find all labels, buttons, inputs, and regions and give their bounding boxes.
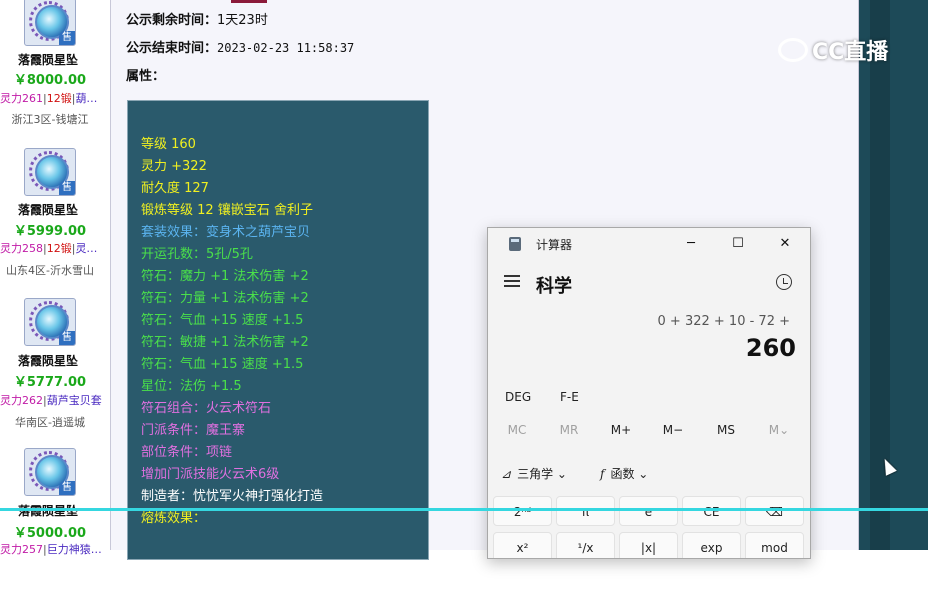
calculator-result: 260 [745, 334, 796, 362]
backspace-key[interactable]: ⌫ [745, 496, 804, 526]
attribute-line: 符石：气血 +15 速度 +1.5 [141, 313, 304, 328]
pi-key[interactable]: π [556, 496, 615, 526]
end-time-row: 公示结束时间：2023-02-23 11:58:37 [126, 37, 354, 56]
close-button[interactable]: ✕ [765, 232, 805, 256]
item-attrs: 灵力258|12锻|灵… [0, 242, 98, 255]
e-key[interactable]: e [619, 496, 678, 526]
second-key[interactable]: 2ⁿᵈ [493, 496, 552, 526]
item-server: 山东4区-沂水雪山 [6, 264, 94, 277]
item-attrs: 灵力262|葫芦宝贝套 [0, 394, 102, 407]
attribute-line: 符石组合：火云术符石 [141, 401, 272, 416]
item-list-sidebar: 售 落霞陨星坠 ￥8000.00 灵力261|12锻|葫… 浙江3区-钱塘江 售… [0, 0, 111, 556]
hamburger-menu-icon[interactable] [504, 275, 520, 289]
attribute-line: 等级 160 [141, 137, 196, 152]
attribute-line: 锻炼等级 12 镶嵌宝石 舍利子 [141, 203, 313, 218]
clear-entry-key[interactable]: CE [682, 496, 741, 526]
deg-toggle[interactable]: DEG [505, 390, 531, 404]
end-time-value: 2023-02-23 11:58:37 [217, 41, 355, 55]
attribute-line: 套装效果：变身术之葫芦宝贝 [141, 225, 311, 240]
item-card[interactable]: 售 落霞陨星坠 ￥5000.00 灵力257|巨力神猿… [0, 448, 110, 598]
stream-watermark-logo: CC直播 [778, 34, 888, 68]
attribute-line: 部位条件：项链 [141, 445, 233, 460]
attribute-line: 增加门派技能火云术6级 [141, 467, 280, 482]
item-attrs: 灵力257|巨力神猿… [0, 543, 102, 556]
attributes-box: 等级 160 灵力 +322 耐久度 127 锻炼等级 12 镶嵌宝石 舍利子 套装效果… [127, 100, 429, 560]
attributes-heading: 属性： [126, 69, 166, 84]
attribute-line: 符石：魔力 +1 法术伤害 +2 [141, 269, 309, 284]
attribute-line: 制造者：忧忧军火神打强化打造 [141, 489, 324, 504]
fe-toggle[interactable]: F-E [560, 390, 579, 404]
item-card[interactable]: 售 落霞陨星坠 ￥5777.00 灵力262|葫芦宝贝套 华南区-逍遥城 [0, 298, 110, 448]
function-dropdown[interactable]: f 函数 ⌄ [600, 465, 648, 482]
item-price: ￥8000.00 [13, 73, 87, 88]
item-price: ￥5000.00 [13, 526, 87, 541]
memory-recall-button[interactable]: MR [544, 423, 594, 437]
memory-add-button[interactable]: M+ [596, 423, 646, 437]
item-server: 华南区-逍遥城 [15, 416, 85, 429]
memory-list-button[interactable]: M⌄ [754, 423, 804, 437]
function-icon: f [600, 467, 605, 481]
history-icon[interactable] [776, 274, 792, 290]
remaining-time-value: 1天23时 [217, 13, 268, 28]
mod-key[interactable]: mod [745, 532, 804, 558]
sale-badge: 售 [59, 331, 75, 345]
sale-badge: 售 [59, 181, 75, 195]
attribute-line: 星位：法伤 +1.5 [141, 379, 242, 394]
item-card[interactable]: 售 落霞陨星坠 ￥5999.00 灵力258|12锻|灵… 山东4区-沂水雪山 [0, 148, 110, 298]
remaining-time-label: 公示剩余时间： [126, 13, 218, 28]
item-price: ￥5999.00 [13, 224, 87, 239]
attribute-line: 符石：气血 +15 速度 +1.5 [141, 357, 304, 372]
attribute-line: 耐久度 127 [141, 181, 209, 196]
calculator-app-icon [509, 237, 521, 251]
remaining-time-row: 公示剩余时间：1天23时 [126, 9, 268, 28]
attribute-line: 符石：力量 +1 法术伤害 +2 [141, 291, 309, 306]
memory-subtract-button[interactable]: M− [648, 423, 698, 437]
triangle-icon: ⊿ [501, 467, 512, 481]
item-attrs: 灵力261|12锻|葫… [0, 92, 98, 105]
reciprocal-key[interactable]: ¹/x [556, 532, 615, 558]
overlay-line [0, 508, 928, 511]
item-name[interactable]: 落霞陨星坠 [0, 352, 96, 369]
item-server: 浙江3区-钱塘江 [11, 113, 89, 126]
maximize-button[interactable]: ☐ [718, 232, 758, 256]
item-card[interactable]: 售 落霞陨星坠 ￥8000.00 灵力261|12锻|葫… 浙江3区-钱塘江 [0, 0, 110, 150]
sale-badge: 售 [59, 481, 75, 495]
attribute-line: 灵力 +322 [141, 159, 207, 174]
attribute-line: 门派条件：魔王寨 [141, 423, 246, 438]
absolute-key[interactable]: |x| [619, 532, 678, 558]
cc-logo-icon [778, 38, 808, 62]
window-title: 计算器 [536, 238, 573, 252]
item-thumbnail[interactable]: 售 [24, 298, 76, 346]
square-key[interactable]: x² [493, 532, 552, 558]
item-thumbnail[interactable]: 售 [24, 0, 76, 46]
calculator-titlebar[interactable]: 计算器 ─ ☐ ✕ [488, 228, 810, 260]
attribute-line: 符石：敏捷 +1 法术伤害 +2 [141, 335, 309, 350]
item-thumbnail[interactable]: 售 [24, 448, 76, 496]
attribute-line: 开运孔数：5孔/5孔 [141, 247, 253, 262]
item-name[interactable]: 落霞陨星坠 [0, 201, 96, 218]
sale-badge: 售 [59, 31, 75, 45]
trigonometry-dropdown[interactable]: ⊿ 三角学 ⌄ [501, 465, 567, 482]
end-time-label: 公示结束时间： [126, 41, 218, 56]
item-price: ￥5777.00 [13, 375, 87, 390]
item-name[interactable]: 落霞陨星坠 [0, 51, 96, 68]
top-accent [231, 0, 267, 3]
calculator-mode-title: 科学 [536, 276, 572, 297]
memory-clear-button[interactable]: MC [492, 423, 542, 437]
minimize-button[interactable]: ─ [671, 232, 711, 256]
memory-store-button[interactable]: MS [701, 423, 751, 437]
exp-key[interactable]: exp [682, 532, 741, 558]
calculator-expression: 0 + 322 + 10 - 72 + [657, 314, 790, 329]
item-thumbnail[interactable]: 售 [24, 148, 76, 196]
